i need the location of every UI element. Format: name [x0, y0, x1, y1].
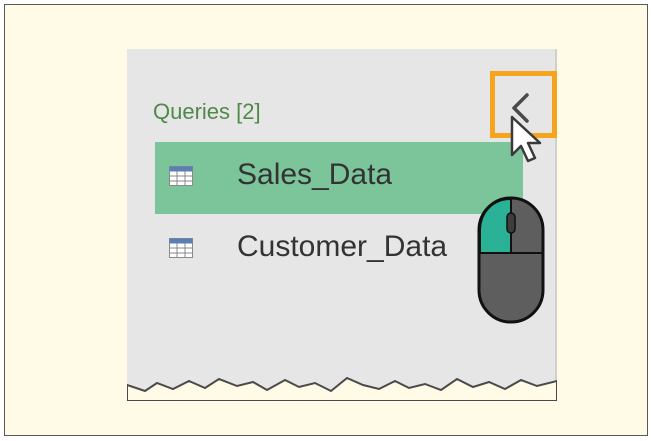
illustration-frame: Queries [2] Sales_Data Customer_Data [4, 4, 648, 436]
query-item-label: Customer_Data [237, 230, 448, 263]
torn-edge [127, 376, 557, 401]
table-icon [169, 238, 193, 258]
query-item-customer-data[interactable]: Customer_Data [155, 214, 523, 286]
pointer-cursor-icon [510, 115, 542, 163]
query-item-label: Sales_Data [237, 158, 393, 191]
table-icon [169, 166, 193, 186]
query-item-sales-data[interactable]: Sales_Data [155, 142, 523, 214]
mouse-icon [477, 196, 545, 324]
queries-pane: Queries [2] Sales_Data Customer_Data [127, 49, 557, 401]
queries-pane-title: Queries [2] [153, 99, 261, 124]
